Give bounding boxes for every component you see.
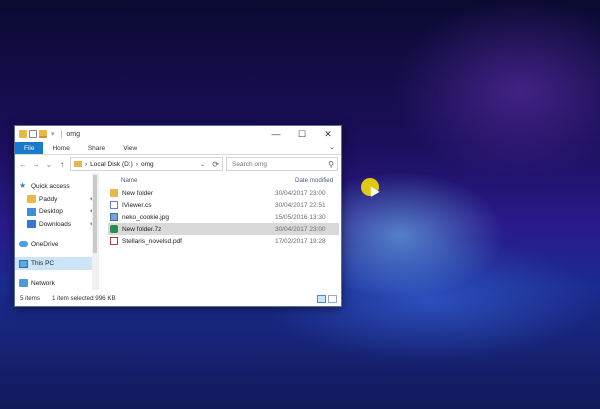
column-headers: Name Date modified: [99, 173, 341, 187]
sidebar-item-downloads[interactable]: Downloads ✦: [15, 218, 98, 231]
tab-file[interactable]: File: [15, 142, 44, 154]
tab-view[interactable]: View: [114, 142, 146, 154]
sidebar-item-desktop[interactable]: Desktop ✦: [15, 205, 98, 218]
explorer-body: ★ Quick access Paddy ✦ Desktop ✦ Downloa…: [15, 173, 341, 290]
image-file-icon: [110, 213, 118, 221]
breadcrumb-separator: ›: [85, 160, 88, 168]
cs-file-icon: [110, 201, 118, 209]
divider-icon: |: [60, 130, 63, 138]
file-name: neko_cookie.jpg: [122, 213, 169, 221]
address-dropdown-icon[interactable]: ⌄: [200, 161, 205, 168]
expand-ribbon-icon[interactable]: ⌄: [329, 143, 335, 151]
breadcrumb-local-disk[interactable]: Local Disk (D:): [90, 161, 133, 168]
sidebar-item-label: Network: [31, 279, 55, 287]
ribbon-tabs: File Home Share View ⌄: [15, 142, 341, 155]
search-input[interactable]: [230, 159, 329, 169]
file-row-new-folder[interactable]: New folder 30/04/2017 23:00: [108, 187, 339, 199]
forward-button[interactable]: →: [31, 160, 41, 169]
sidebar-item-network[interactable]: Network: [15, 277, 98, 290]
status-bar: 5 items 1 item selected 996 KB: [15, 291, 341, 306]
navigation-bar: ← → ⌄ ↑ › Local Disk (D:) › omg ⌄ ⟳ ⚲: [15, 155, 341, 173]
tab-home[interactable]: Home: [43, 142, 78, 154]
sidebar-item-quick-access[interactable]: ★ Quick access: [15, 180, 98, 193]
back-button[interactable]: ←: [18, 160, 28, 169]
folder-icon: [19, 130, 27, 138]
maximize-button[interactable]: ☐: [289, 126, 315, 142]
file-name: New folder.7z: [122, 225, 162, 233]
close-button[interactable]: ✕: [315, 126, 341, 142]
navigation-pane-scrollbar[interactable]: [92, 173, 98, 290]
window-title: omg: [66, 130, 80, 138]
column-header-name[interactable]: Name: [99, 177, 291, 184]
window-controls: — ☐ ✕: [263, 126, 341, 142]
download-icon: [27, 220, 36, 229]
column-header-date-modified[interactable]: Date modified: [291, 177, 333, 184]
folder-icon: [74, 161, 82, 167]
star-icon: ★: [19, 181, 27, 191]
sidebar-item-label: Downloads: [39, 220, 72, 228]
file-row-neko-cookie[interactable]: neko_cookie.jpg 15/05/2016 13:30: [108, 211, 339, 223]
network-icon: [19, 279, 28, 288]
breadcrumb-omg[interactable]: omg: [141, 161, 154, 168]
refresh-button[interactable]: ⟳: [212, 160, 219, 169]
file-explorer-window: ▾ | omg — ☐ ✕ File Home Share View ⌄ ← →…: [14, 125, 342, 307]
sidebar-item-this-pc[interactable]: This PC: [15, 257, 98, 271]
file-name: New folder: [122, 189, 154, 197]
file-row-new-folder-7z[interactable]: New folder.7z 30/04/2017 23:00: [108, 223, 339, 235]
file-list: Name Date modified New folder 30/04/2017…: [99, 173, 341, 290]
scrollbar-thumb[interactable]: [93, 175, 97, 253]
sidebar-item-label: OneDrive: [31, 240, 59, 248]
cloud-icon: [19, 241, 28, 248]
archive-7z-icon: [110, 225, 118, 233]
computer-icon: [19, 259, 28, 268]
file-date: 30/04/2017 23:00: [275, 189, 326, 197]
properties-icon[interactable]: [29, 130, 37, 138]
selection-info: 1 item selected 996 KB: [51, 295, 116, 302]
sidebar-item-paddy[interactable]: Paddy ✦: [15, 193, 98, 206]
details-view-icon[interactable]: [317, 294, 326, 303]
breadcrumb-separator: ›: [135, 160, 138, 168]
chevron-down-icon[interactable]: ▾: [51, 130, 55, 138]
file-name: IViewer.cs: [122, 201, 152, 209]
sidebar-item-label: Quick access: [31, 182, 70, 190]
sidebar-item-onedrive[interactable]: OneDrive: [15, 238, 98, 251]
tab-share[interactable]: Share: [79, 142, 114, 154]
view-toggle: [317, 294, 337, 303]
item-count: 5 items: [20, 295, 40, 302]
address-bar[interactable]: › Local Disk (D:) › omg ⌄ ⟳: [70, 157, 223, 171]
user-folder-icon: [27, 195, 36, 204]
file-row-iviewer-cs[interactable]: IViewer.cs 30/04/2017 22:51: [108, 199, 339, 211]
file-row-stellaris-pdf[interactable]: Stellaris_novelsd.pdf 17/02/2017 19:28: [108, 235, 339, 247]
file-date: 17/02/2017 19:28: [275, 237, 326, 245]
file-date: 30/04/2017 23:00: [275, 225, 326, 233]
minimize-button[interactable]: —: [263, 126, 289, 142]
navigation-pane: ★ Quick access Paddy ✦ Desktop ✦ Downloa…: [15, 173, 99, 290]
sidebar-item-label: Paddy: [39, 195, 58, 203]
title-bar: ▾ | omg — ☐ ✕: [15, 126, 341, 142]
file-date: 15/05/2016 13:30: [275, 213, 326, 221]
folder-icon: [110, 189, 118, 197]
large-icons-view-icon[interactable]: [328, 294, 337, 303]
file-date: 30/04/2017 22:51: [275, 201, 326, 209]
desktop-icon: [27, 207, 36, 216]
recent-locations-button[interactable]: ⌄: [44, 160, 54, 169]
file-name: Stellaris_novelsd.pdf: [122, 237, 182, 245]
search-box[interactable]: ⚲: [226, 157, 338, 171]
pdf-file-icon: [110, 237, 118, 245]
sidebar-item-label: Desktop: [39, 208, 63, 216]
up-button[interactable]: ↑: [57, 160, 67, 169]
new-folder-icon[interactable]: [39, 130, 47, 138]
sidebar-item-label: This PC: [31, 260, 55, 268]
quick-access-toolbar: ▾ |: [15, 130, 64, 138]
search-icon[interactable]: ⚲: [328, 160, 334, 169]
